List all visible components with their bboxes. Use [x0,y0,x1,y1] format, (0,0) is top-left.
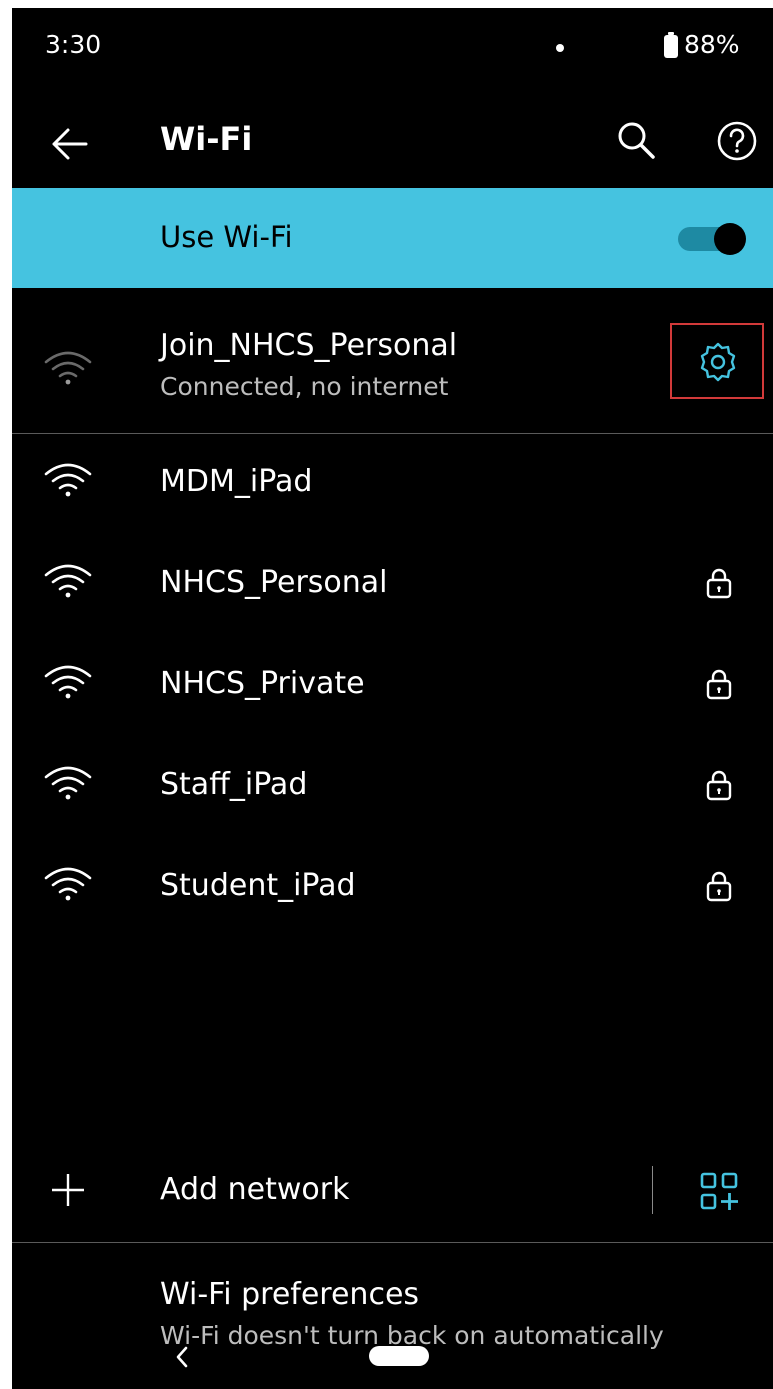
lock-icon [706,769,732,801]
network-name: NHCS_Personal [160,565,388,600]
network-row[interactable]: MDM_iPad [12,436,773,526]
add-network-label: Add network [160,1172,350,1207]
network-settings-button[interactable] [670,323,764,399]
wifi-signal-icon [42,460,94,500]
nav-home-pill[interactable] [369,1346,429,1366]
vertical-separator [652,1166,653,1214]
use-wifi-bar[interactable]: Use Wi-Fi [12,188,773,288]
network-name: NHCS_Private [160,666,365,701]
notification-dot-icon [556,44,564,52]
network-row[interactable]: Staff_iPad [12,739,773,829]
network-name: MDM_iPad [160,464,313,499]
page-title: Wi-Fi [160,120,253,158]
wifi-signal-icon [42,348,94,388]
qr-scan-icon[interactable] [700,1172,740,1212]
network-row[interactable]: NHCS_Personal [12,537,773,627]
network-name: Student_iPad [160,868,356,903]
gear-icon [700,342,736,382]
network-row[interactable]: NHCS_Private [12,638,773,728]
wifi-preferences-title: Wi-Fi preferences [160,1277,420,1312]
network-row[interactable]: Student_iPad [12,840,773,930]
divider [12,433,773,434]
use-wifi-label: Use Wi-Fi [160,220,293,254]
lock-icon [706,668,732,700]
status-time: 3:30 [45,30,102,59]
add-network-row[interactable]: Add network [12,1158,773,1238]
battery-icon [664,32,678,58]
search-icon[interactable] [612,116,662,166]
plus-icon [50,1172,86,1208]
lock-icon [706,567,732,599]
wifi-signal-icon [42,864,94,904]
connected-network-name: Join_NHCS_Personal [160,328,458,363]
wifi-signal-icon [42,561,94,601]
wifi-settings-screen: 3:30 88% Wi-Fi Use Wi-Fi Join_NHCS_Perso… [12,8,773,1389]
wifi-signal-icon [42,662,94,702]
divider [12,1242,773,1243]
connected-network-row[interactable]: Join_NHCS_Personal Connected, no interne… [12,308,773,428]
help-icon[interactable] [712,116,762,166]
use-wifi-toggle[interactable] [678,223,748,255]
lock-icon [706,870,732,902]
network-name: Staff_iPad [160,767,308,802]
connected-network-status: Connected, no internet [160,372,449,401]
nav-back-icon[interactable] [172,1342,192,1372]
battery-percentage: 88% [684,30,740,59]
back-arrow-icon[interactable] [46,120,94,168]
wifi-signal-icon [42,763,94,803]
